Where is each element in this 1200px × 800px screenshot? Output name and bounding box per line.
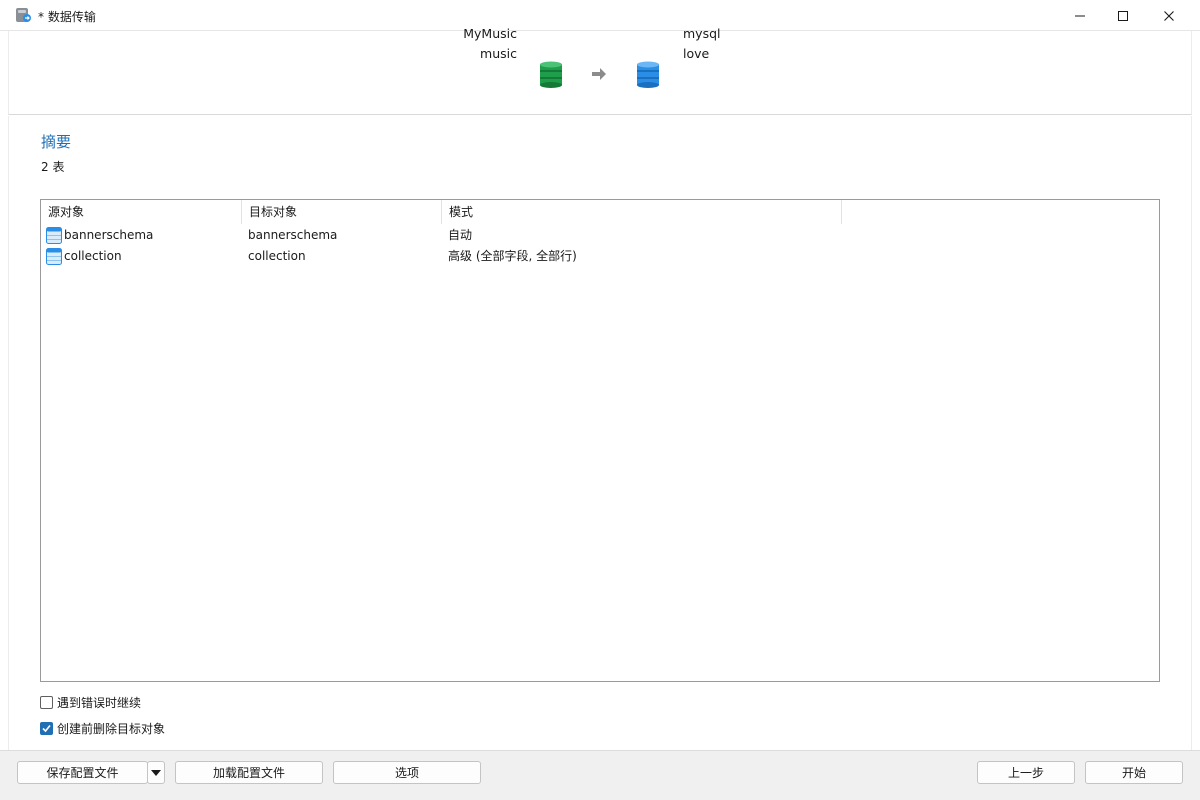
title-bar: * 数据传输 — [0, 0, 1200, 31]
target-object: bannerschema — [248, 228, 338, 242]
source-connection: MyMusic — [463, 26, 517, 41]
column-header-target[interactable]: 目标对象 — [242, 200, 442, 224]
minimize-icon — [1075, 15, 1085, 16]
database-blue-icon — [636, 61, 660, 91]
target-database: love — [683, 46, 710, 61]
load-profile-button[interactable]: 加载配置文件 — [175, 761, 323, 784]
start-button[interactable]: 开始 — [1085, 761, 1183, 784]
table-header: 源对象 目标对象 模式 — [41, 200, 1159, 224]
transfer-mode: 高级 (全部字段, 全部行) — [448, 249, 577, 263]
source-object: collection — [64, 249, 122, 263]
continue-on-error-checkbox[interactable] — [40, 695, 53, 709]
transfer-mode: 自动 — [448, 228, 473, 242]
summary-count: 2 表 — [41, 160, 65, 174]
continue-on-error-option[interactable]: 遇到错误时继续 — [40, 694, 141, 710]
drop-target-checkbox[interactable] — [40, 721, 53, 735]
table-row[interactable]: bannerschema bannerschema 自动 — [41, 225, 1159, 246]
table-icon — [46, 227, 62, 244]
summary-title: 摘要 — [41, 133, 72, 151]
continue-on-error-label[interactable]: 遇到错误时继续 — [57, 694, 141, 711]
app-icon — [15, 7, 31, 23]
target-object: collection — [248, 249, 306, 263]
source-database: music — [480, 46, 517, 61]
target-info: mysql love — [683, 24, 721, 64]
drop-target-option[interactable]: 创建前删除目标对象 — [40, 720, 165, 736]
table-icon — [46, 248, 62, 265]
checkmark-icon — [42, 724, 51, 732]
minimize-button[interactable] — [1057, 0, 1103, 31]
chevron-down-icon — [151, 769, 161, 776]
maximize-icon — [1118, 10, 1128, 21]
options-button[interactable]: 选项 — [333, 761, 481, 784]
source-object: bannerschema — [64, 228, 154, 242]
window-title: * 数据传输 — [38, 10, 96, 24]
drop-target-label[interactable]: 创建前删除目标对象 — [57, 720, 165, 737]
column-header-source[interactable]: 源对象 — [41, 200, 242, 224]
maximize-button[interactable] — [1100, 0, 1146, 31]
save-profile-button[interactable]: 保存配置文件 — [17, 761, 148, 784]
source-info: MyMusic music — [400, 24, 517, 64]
save-profile-dropdown[interactable] — [147, 761, 165, 784]
table-row[interactable]: collection collection 高级 (全部字段, 全部行) — [41, 246, 1159, 267]
close-button[interactable] — [1146, 0, 1192, 31]
database-green-icon — [539, 61, 563, 91]
target-connection: mysql — [683, 26, 721, 41]
summary-table[interactable]: 源对象 目标对象 模式 bannerschema bannerschema 自动… — [40, 199, 1160, 682]
footer-bar: 保存配置文件 加载配置文件 选项 上一步 开始 — [0, 750, 1200, 800]
back-button[interactable]: 上一步 — [977, 761, 1075, 784]
arrow-right-icon — [591, 67, 607, 84]
close-icon — [1164, 10, 1174, 21]
column-header-mode[interactable]: 模式 — [442, 200, 842, 224]
